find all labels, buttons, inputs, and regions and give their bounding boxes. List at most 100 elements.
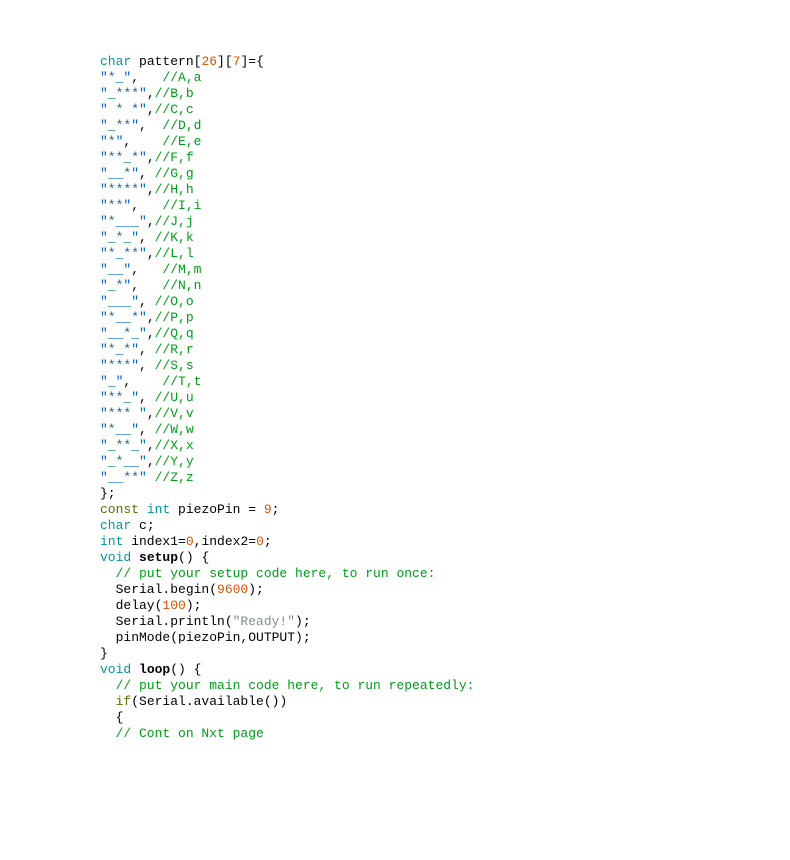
comment: //Q,q — [155, 326, 194, 341]
code-line: "__**" //Z,z — [100, 470, 790, 486]
keyword-int: int — [100, 534, 123, 549]
code-line: int index1=0,index2=0; — [100, 534, 790, 550]
string-literal: "_***" — [100, 86, 147, 101]
comment: // put your main code here, to run repea… — [100, 678, 474, 693]
identifier-index2: ,index2= — [194, 534, 256, 549]
code-line: "*_**",//L,l — [100, 246, 790, 262]
comment: //R,r — [155, 342, 194, 357]
string-literal: "_*_" — [100, 230, 139, 245]
comment: //L,l — [155, 246, 194, 261]
code-line: { — [100, 710, 790, 726]
string-literal: "__*_" — [100, 326, 147, 341]
number: 0 — [186, 534, 194, 549]
comment: //X,x — [155, 438, 194, 453]
comment: //T,t — [162, 374, 201, 389]
comment: //F,f — [155, 150, 194, 165]
string-literal: "_" — [100, 374, 123, 389]
string-literal: "Ready!" — [233, 614, 295, 629]
code-line: "*_*", //R,r — [100, 342, 790, 358]
code-line: "_***",//B,b — [100, 86, 790, 102]
code-line: "_", //T,t — [100, 374, 790, 390]
code-line: void loop() { — [100, 662, 790, 678]
comment: //S,s — [155, 358, 194, 373]
code-line: Serial.begin(9600); — [100, 582, 790, 598]
string-literal: "**" — [100, 198, 131, 213]
string-literal: "***" — [100, 358, 139, 373]
keyword-const: const — [100, 502, 139, 517]
code-line: "*___",//J,j — [100, 214, 790, 230]
number: 9600 — [217, 582, 248, 597]
number: 9 — [264, 502, 272, 517]
code-line: "__*_",//Q,q — [100, 326, 790, 342]
comment: //V,v — [155, 406, 194, 421]
string-literal: "*_*" — [100, 342, 139, 357]
code-block: char pattern[26][7]={"*_", //A,a"_***",/… — [100, 54, 790, 742]
keyword-char: char — [100, 518, 131, 533]
comment: //B,b — [155, 86, 194, 101]
code-line: "**_", //U,u — [100, 390, 790, 406]
code-line: char c; — [100, 518, 790, 534]
identifier-index1: index1= — [123, 534, 185, 549]
code-line: "*** ",//V,v — [100, 406, 790, 422]
string-literal: "*__*" — [100, 310, 147, 325]
comment: //A,a — [162, 70, 201, 85]
code-line: // Cont on Nxt page — [100, 726, 790, 742]
code-line: "__*", //G,g — [100, 166, 790, 182]
code-line: "*", //E,e — [100, 134, 790, 150]
number: 100 — [162, 598, 185, 613]
comment: //I,i — [162, 198, 201, 213]
code-line: "*__", //W,w — [100, 422, 790, 438]
comment: //Y,y — [155, 454, 194, 469]
code-line: "**_*",//F,f — [100, 150, 790, 166]
code-line: "___", //O,o — [100, 294, 790, 310]
code-line: }; — [100, 486, 790, 502]
comment: //K,k — [155, 230, 194, 245]
string-literal: "**_*" — [100, 150, 147, 165]
string-literal: "_*__" — [100, 454, 147, 469]
code-line: "**", //I,i — [100, 198, 790, 214]
code-line: "_*", //N,n — [100, 278, 790, 294]
keyword-if: if — [116, 694, 132, 709]
string-literal: "**_" — [100, 390, 139, 405]
comment: //M,m — [162, 262, 201, 277]
code-line: Serial.println("Ready!"); — [100, 614, 790, 630]
comment: //D,d — [162, 118, 201, 133]
number: 26 — [201, 54, 217, 69]
comment: //Z,z — [155, 470, 194, 485]
code-line: pinMode(piezoPin,OUTPUT); — [100, 630, 790, 646]
string-literal: "_*" — [100, 278, 131, 293]
keyword-char: char — [100, 54, 131, 69]
code-line: "_*__",//Y,y — [100, 454, 790, 470]
comment: //P,p — [155, 310, 194, 325]
string-literal: "_**" — [100, 118, 139, 133]
string-literal: "*** " — [100, 406, 147, 421]
comment: //O,o — [155, 294, 194, 309]
comment: //W,w — [155, 422, 194, 437]
string-literal: "*_" — [100, 70, 131, 85]
comment: // Cont on Nxt page — [100, 726, 264, 741]
number: 0 — [256, 534, 264, 549]
identifier-c: c; — [131, 518, 154, 533]
string-literal: "*__" — [100, 422, 139, 437]
string-literal: " * *" — [100, 102, 147, 117]
code-line: "_**_",//X,x — [100, 438, 790, 454]
code-line: void setup() { — [100, 550, 790, 566]
code-line: "_*_", //K,k — [100, 230, 790, 246]
string-literal: "__*" — [100, 166, 139, 181]
identifier-pattern: pattern[ — [131, 54, 201, 69]
func-setup: setup — [139, 550, 178, 565]
string-literal: "__" — [100, 262, 131, 277]
string-literal: "*" — [100, 134, 123, 149]
code-line: if(Serial.available()) — [100, 694, 790, 710]
keyword-void: void — [100, 662, 131, 677]
code-line: "*_", //A,a — [100, 70, 790, 86]
string-literal: "*___" — [100, 214, 147, 229]
string-literal: "****" — [100, 182, 147, 197]
code-line: " * *",//C,c — [100, 102, 790, 118]
code-line: // put your main code here, to run repea… — [100, 678, 790, 694]
comment: //G,g — [155, 166, 194, 181]
identifier-piezoPin: piezoPin = — [170, 502, 264, 517]
code-line: } — [100, 646, 790, 662]
comment: //C,c — [155, 102, 194, 117]
string-literal: "*_**" — [100, 246, 147, 261]
